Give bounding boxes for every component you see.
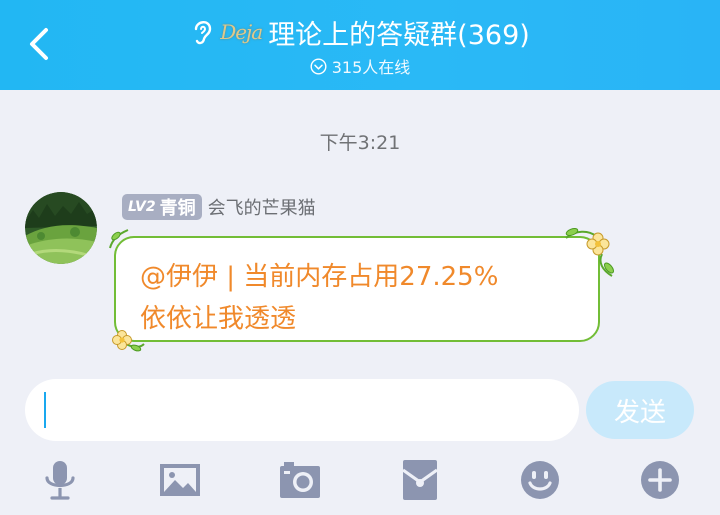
online-status[interactable]: 315人在线 [0, 54, 720, 78]
avatar[interactable] [25, 192, 97, 264]
message-timestamp: 下午3:21 [319, 132, 401, 154]
input-toolbar [0, 455, 720, 505]
microphone-icon[interactable] [38, 458, 82, 502]
vine-leaf-icon [109, 229, 129, 249]
text-caret [44, 392, 46, 428]
message-line-1: @伊伊 | 当前内存占用27.25% [140, 262, 499, 292]
level-label: LV2 [128, 199, 156, 215]
chat-header: Deja 理论上的答疑群(369) 315人在线 [0, 0, 720, 90]
rank-label: 青铜 [159, 198, 196, 219]
plus-icon[interactable] [638, 458, 682, 502]
group-title: 理论上的答疑群(369) [268, 19, 530, 51]
flower-icon [112, 330, 145, 352]
image-icon[interactable] [158, 458, 202, 502]
title-row[interactable]: Deja 理论上的答疑群(369) [0, 12, 720, 52]
send-button[interactable]: 发送 [586, 381, 694, 439]
group-badge: Deja [220, 20, 263, 44]
camera-icon[interactable] [278, 458, 322, 502]
ear-icon [194, 21, 212, 45]
message-line-2: 依依让我透透 [140, 304, 297, 334]
flower-vine-icon [565, 228, 614, 277]
emoji-icon[interactable] [518, 458, 562, 502]
level-badge: LV2 青铜 [122, 194, 202, 220]
sender-info: LV2 青铜 会飞的芒果猫 [122, 194, 316, 220]
sender-nickname[interactable]: 会飞的芒果猫 [208, 194, 316, 220]
online-count: 315人在线 [331, 58, 411, 77]
red-packet-icon[interactable] [398, 458, 442, 502]
message-bubble[interactable]: @伊伊 | 当前内存占用27.25% 依依让我透透 [114, 236, 600, 342]
message-input[interactable] [25, 379, 579, 441]
chevron-circle-down-icon [310, 57, 327, 75]
